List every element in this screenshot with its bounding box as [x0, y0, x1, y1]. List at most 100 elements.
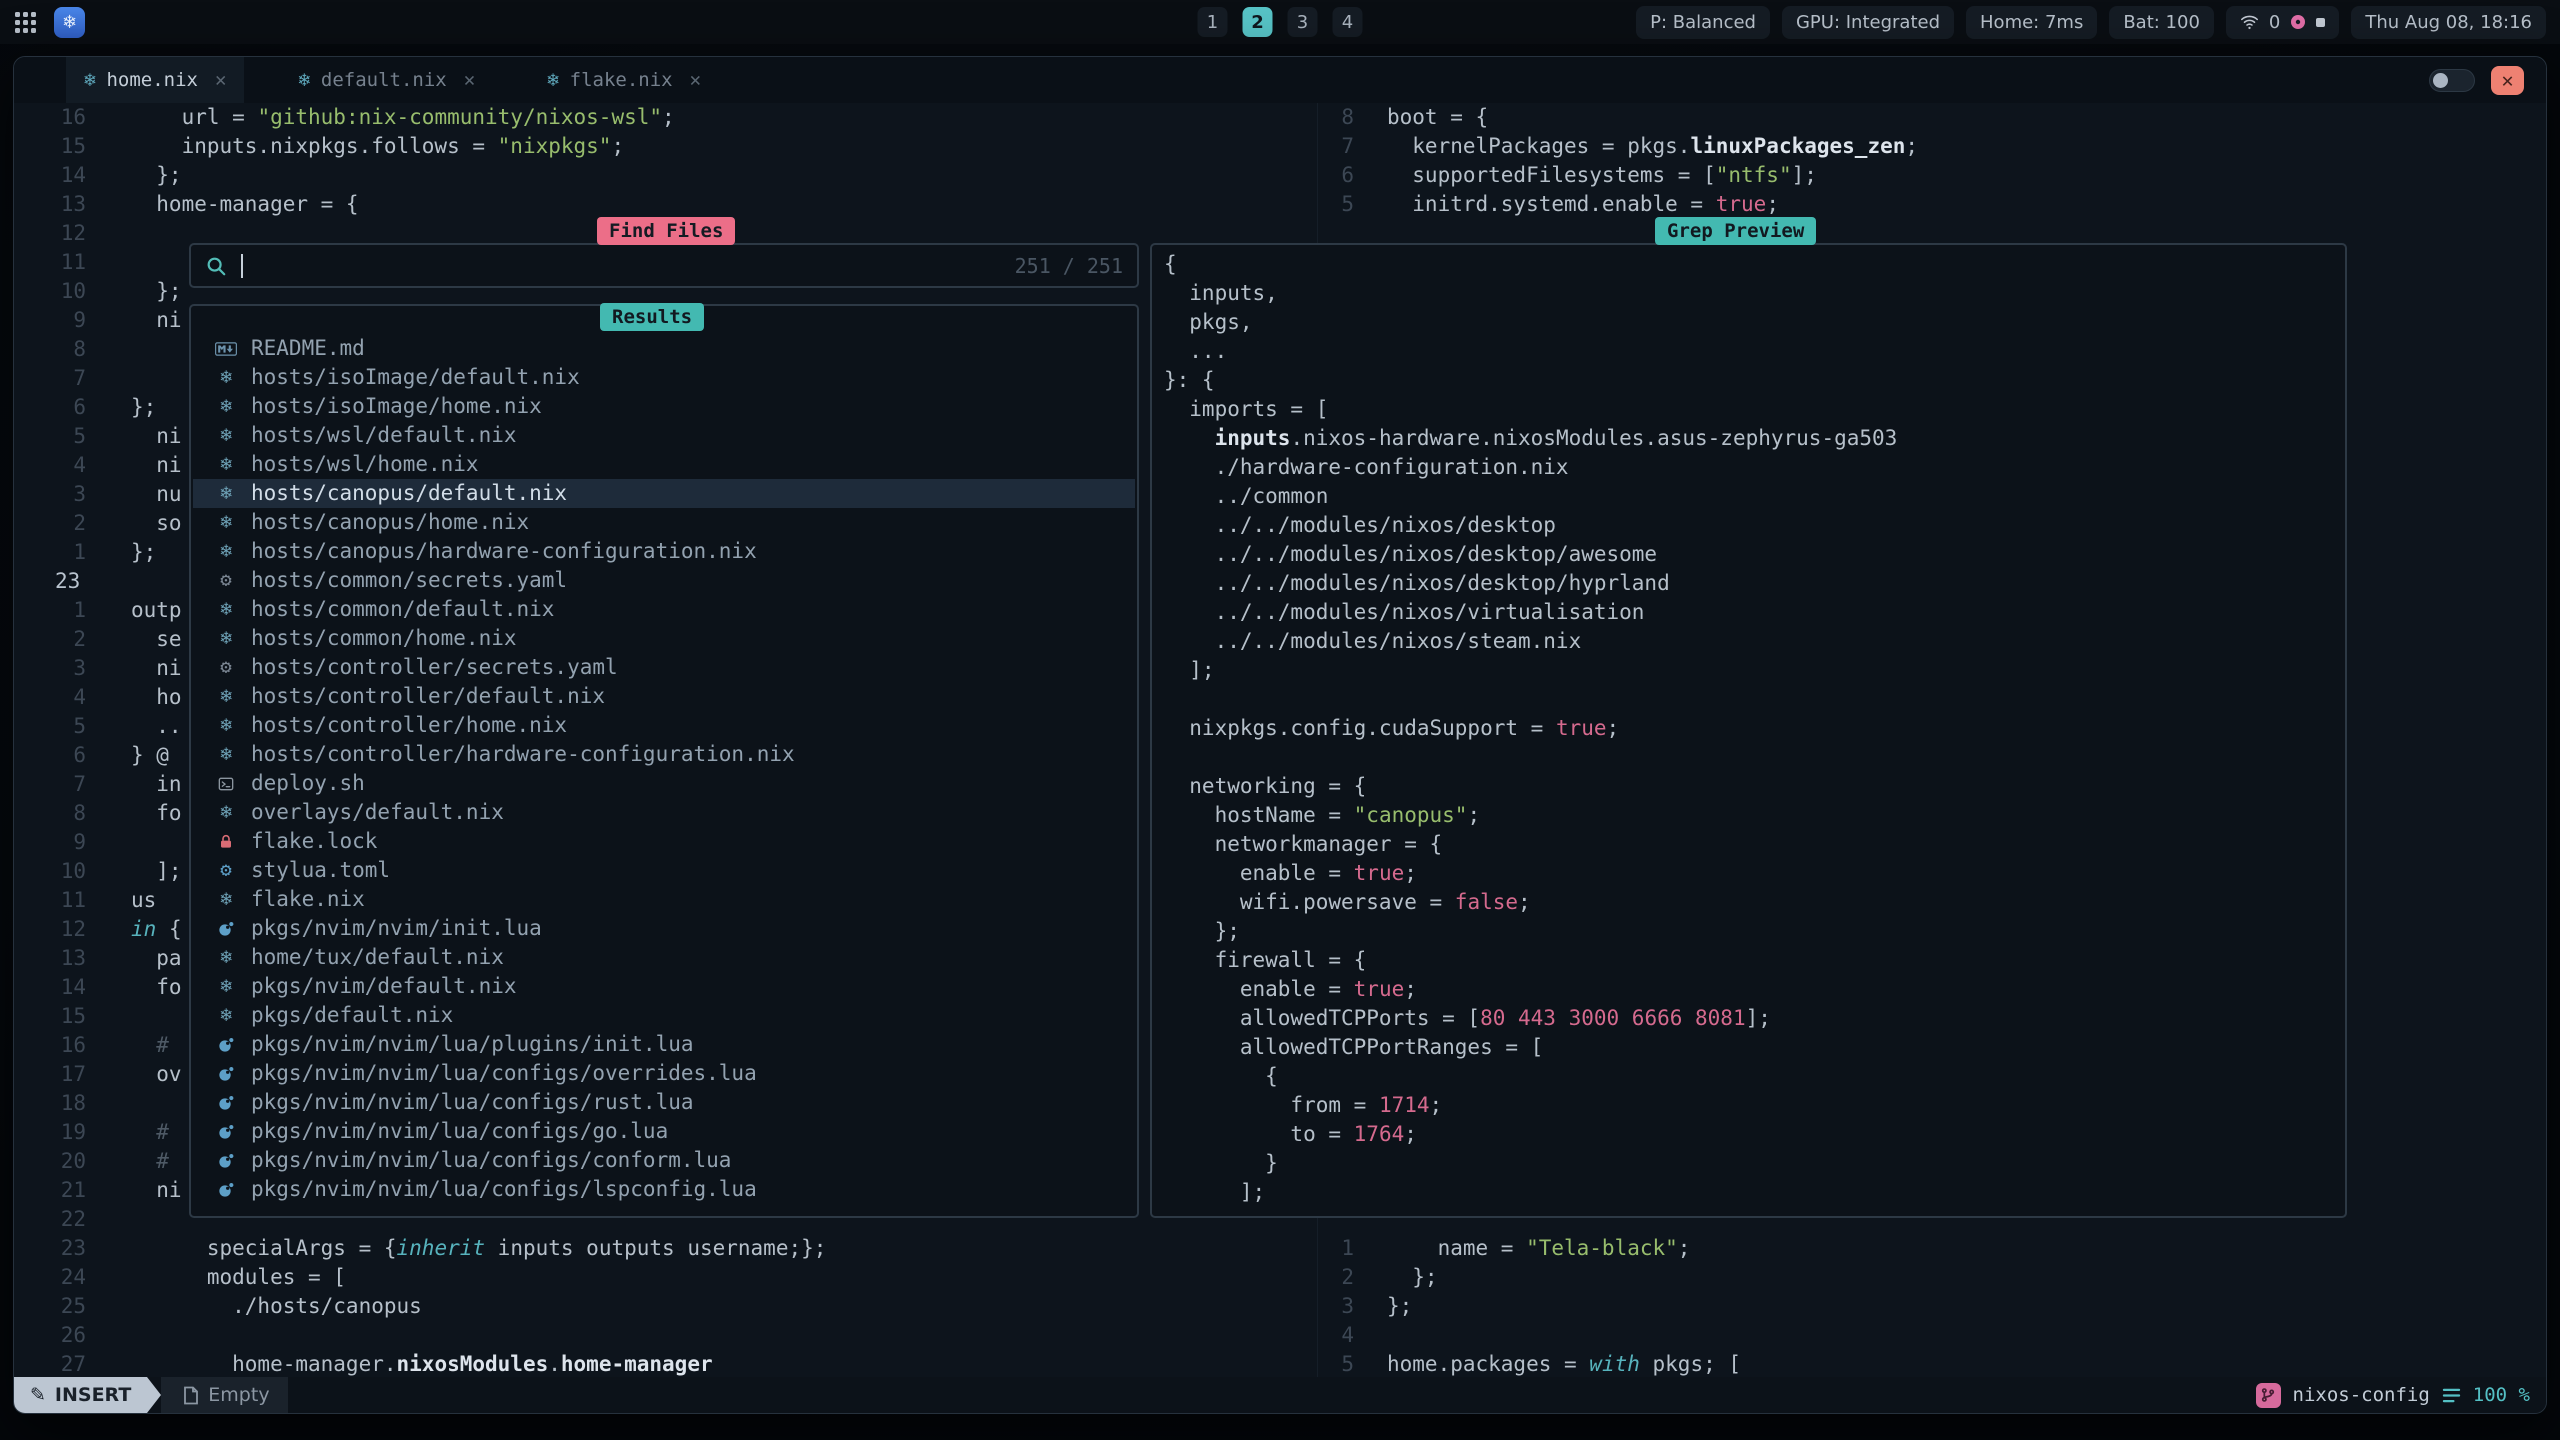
line-number: 8	[14, 799, 86, 828]
tab-close-icon[interactable]: ✕	[464, 69, 475, 91]
result-item[interactable]: ❄hosts/common/default.nix	[193, 595, 1135, 624]
nix-icon: ❄	[547, 69, 558, 91]
statusline: ✎ INSERT Empty nixos-config	[14, 1377, 2546, 1413]
result-item[interactable]: ❄flake.nix	[193, 885, 1135, 914]
result-item[interactable]: ❄home/tux/default.nix	[193, 943, 1135, 972]
code-text: name = "Tela-black";	[1387, 1234, 1690, 1263]
line-number: 22	[14, 1205, 86, 1234]
tab-flake.nix[interactable]: ❄flake.nix✕	[529, 57, 719, 103]
line-number: 7	[1318, 132, 1354, 161]
battery-widget[interactable]: Bat: 100	[2109, 6, 2214, 39]
nix-icon: ❄	[213, 682, 239, 711]
workspace-4[interactable]: 4	[1333, 7, 1363, 37]
tabbar: ❄home.nix✕ ❄default.nix✕ ❄flake.nix✕ ✕	[14, 57, 2546, 103]
result-item[interactable]: deploy.sh	[193, 769, 1135, 798]
nix-icon: ❄	[213, 943, 239, 972]
window-close-button[interactable]: ✕	[2491, 66, 2524, 95]
preview-line: ../../modules/nixos/desktop/hyprland	[1164, 569, 2345, 598]
apps-grid-icon[interactable]	[14, 11, 36, 33]
gear-icon: ⚙	[213, 653, 239, 682]
line-number: 9	[14, 828, 86, 857]
result-item[interactable]: pkgs/nvim/nvim/lua/configs/lspconfig.lua	[193, 1175, 1135, 1204]
code-line: 1 name = "Tela-black";	[1318, 1234, 2546, 1263]
preview-line: inputs.nixos-hardware.nixosModules.asus-…	[1164, 424, 2345, 453]
tab-close-icon[interactable]: ✕	[215, 69, 226, 91]
window-toggle[interactable]	[2429, 69, 2475, 92]
tab-controls: ✕	[2429, 66, 2524, 95]
result-count: 251 / 251	[1015, 254, 1123, 278]
result-label: hosts/wsl/home.nix	[251, 450, 479, 479]
result-item[interactable]: ❄hosts/canopus/default.nix	[193, 479, 1135, 508]
result-item[interactable]: pkgs/nvim/nvim/lua/configs/overrides.lua	[193, 1059, 1135, 1088]
code-text: fo	[131, 799, 182, 828]
result-item[interactable]: pkgs/nvim/nvim/lua/plugins/init.lua	[193, 1030, 1135, 1059]
tab-close-icon[interactable]: ✕	[690, 69, 701, 91]
result-item[interactable]: ❄pkgs/nvim/default.nix	[193, 972, 1135, 1001]
result-item[interactable]: pkgs/nvim/nvim/lua/configs/conform.lua	[193, 1146, 1135, 1175]
preview-line: ];	[1164, 656, 2345, 685]
result-item[interactable]: ❄hosts/canopus/hardware-configuration.ni…	[193, 537, 1135, 566]
clock-widget[interactable]: Thu Aug 08, 18:16	[2351, 6, 2546, 39]
result-item[interactable]: ⚙hosts/common/secrets.yaml	[193, 566, 1135, 595]
result-item[interactable]: ❄pkgs/default.nix	[193, 1001, 1135, 1030]
nix-logo-icon[interactable]: ❄	[54, 7, 85, 38]
color-picker-icon[interactable]	[2290, 14, 2306, 30]
code-text: supportedFilesystems = ["ntfs"];	[1387, 161, 1817, 190]
find-files-title: Find Files	[597, 217, 735, 245]
line-number: 14	[14, 161, 86, 190]
line-number: 10	[14, 277, 86, 306]
result-item[interactable]: pkgs/nvim/nvim/init.lua	[193, 914, 1135, 943]
tab-default.nix[interactable]: ❄default.nix✕	[280, 57, 493, 103]
result-item[interactable]: ❄hosts/isoImage/default.nix	[193, 363, 1135, 392]
lua-icon	[213, 1066, 239, 1082]
result-label: hosts/isoImage/home.nix	[251, 392, 542, 421]
result-item[interactable]: ❄hosts/controller/hardware-configuration…	[193, 740, 1135, 769]
result-label: pkgs/nvim/nvim/lua/configs/lspconfig.lua	[251, 1175, 757, 1204]
code-text: fo	[131, 973, 182, 1002]
workspace-3[interactable]: 3	[1288, 7, 1318, 37]
preview-line: enable = true;	[1164, 859, 2345, 888]
code-text: home.packages = with pkgs; [	[1387, 1350, 1741, 1377]
power-profile-widget[interactable]: P: Balanced	[1636, 6, 1770, 39]
kbd-indicator[interactable]: 0	[2269, 12, 2280, 33]
result-item[interactable]: ⚙hosts/controller/secrets.yaml	[193, 653, 1135, 682]
git-icon	[2256, 1383, 2281, 1408]
code-line: 3};	[1318, 1292, 2546, 1321]
result-label: hosts/wsl/default.nix	[251, 421, 517, 450]
result-item[interactable]: flake.lock	[193, 827, 1135, 856]
result-item[interactable]: ❄hosts/common/home.nix	[193, 624, 1135, 653]
wifi-icon[interactable]	[2240, 14, 2259, 31]
tray-widget[interactable]: 0	[2226, 6, 2339, 39]
ping-widget[interactable]: Home: 7ms	[1966, 6, 2097, 39]
result-item[interactable]: ❄ overlays/default.nix	[193, 798, 1135, 827]
gpu-widget[interactable]: GPU: Integrated	[1782, 6, 1954, 39]
workspace-2[interactable]: 2	[1243, 7, 1273, 37]
workspace-1[interactable]: 1	[1198, 7, 1228, 37]
line-number: 15	[14, 1002, 86, 1031]
line-number: 1	[14, 538, 86, 567]
nix-icon: ❄	[213, 972, 239, 1001]
code-text: inputs.nixpkgs.follows = "nixpkgs";	[131, 132, 624, 161]
preview-line: allowedTCPPorts = [80 443 3000 6666 8081…	[1164, 1004, 2345, 1033]
preview-line: ../../modules/nixos/steam.nix	[1164, 627, 2345, 656]
result-item[interactable]: ❄hosts/controller/default.nix	[193, 682, 1135, 711]
result-item[interactable]: pkgs/nvim/nvim/lua/configs/rust.lua	[193, 1088, 1135, 1117]
preview-line: {	[1164, 250, 2345, 279]
results-panel[interactable]: README.md❄hosts/isoImage/default.nix❄hos…	[189, 304, 1139, 1218]
result-label: overlays/default.nix	[251, 798, 504, 827]
preview-line: hostName = "canopus";	[1164, 801, 2345, 830]
result-item[interactable]: ❄hosts/canopus/home.nix	[193, 508, 1135, 537]
result-item[interactable]: ❄hosts/controller/home.nix	[193, 711, 1135, 740]
result-item[interactable]: ❄hosts/wsl/default.nix	[193, 421, 1135, 450]
result-item[interactable]: ❄hosts/wsl/home.nix	[193, 450, 1135, 479]
tray-icon[interactable]	[2316, 18, 2325, 27]
system-topbar: ❄ 1234 P: Balanced GPU: Integrated Home:…	[0, 0, 2560, 44]
tab-home.nix[interactable]: ❄home.nix✕	[66, 57, 244, 103]
result-item[interactable]: ⚙stylua.toml	[193, 856, 1135, 885]
result-item[interactable]: README.md	[193, 334, 1135, 363]
gear-icon: ⚙	[213, 856, 239, 885]
result-item[interactable]: pkgs/nvim/nvim/lua/configs/go.lua	[193, 1117, 1135, 1146]
result-item[interactable]: ❄hosts/isoImage/home.nix	[193, 392, 1135, 421]
nix-icon: ❄	[213, 798, 239, 827]
find-files-prompt[interactable]: 251 / 251	[189, 243, 1139, 288]
